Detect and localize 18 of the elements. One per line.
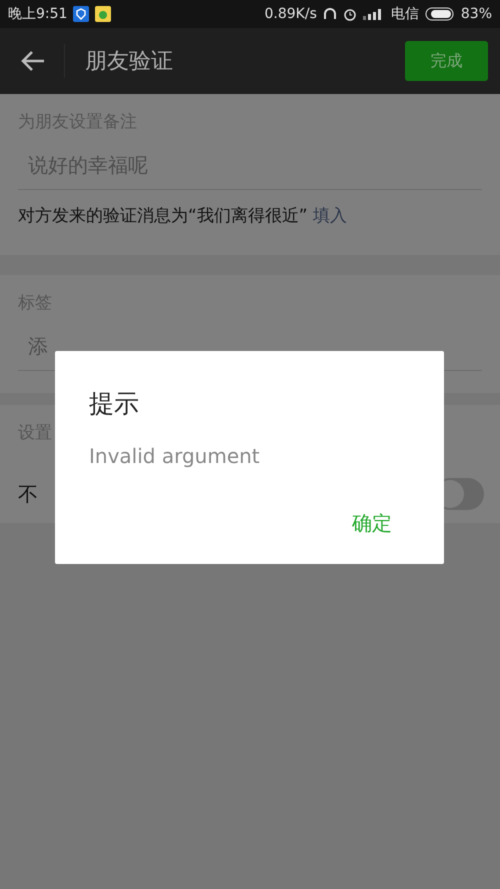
network-speed: 0.89K/s [264, 6, 317, 22]
back-arrow-icon[interactable] [20, 50, 46, 72]
clock: 晚上9:51 [8, 5, 68, 23]
done-button[interactable]: 完成 [405, 41, 488, 81]
dialog-title: 提示 [89, 388, 140, 420]
screen-title: 朋友验证 [85, 48, 174, 76]
app-icon [95, 6, 112, 22]
battery-level: 83% [460, 6, 492, 22]
dialog-message: Invalid argument [89, 444, 261, 468]
confirm-button[interactable]: 确定 [344, 506, 400, 541]
carrier-name: 电信 [390, 5, 419, 23]
battery-icon [424, 7, 455, 21]
headphones-icon [322, 7, 337, 21]
shield-icon [73, 6, 90, 22]
setting-label: 不 [18, 480, 38, 508]
alarm-icon [342, 7, 357, 21]
fill-in-link[interactable]: 填入 [313, 206, 348, 226]
verification-message: 对方发来的验证消息为“我们离得很近” 填入 [18, 205, 348, 227]
